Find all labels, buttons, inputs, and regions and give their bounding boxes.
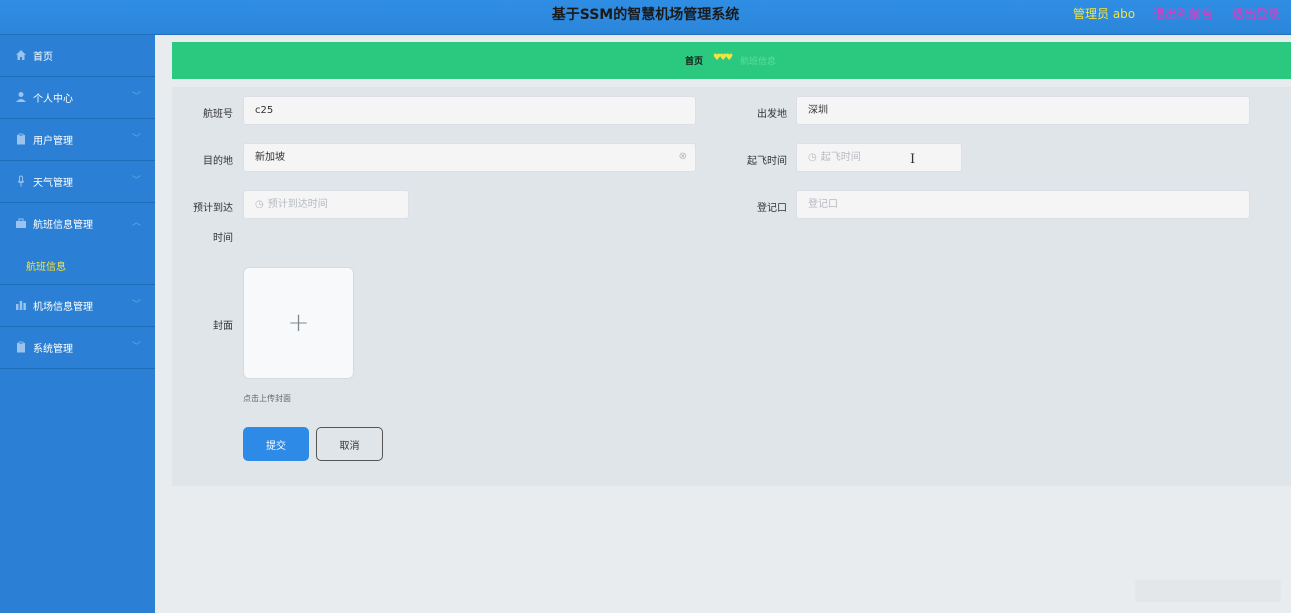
- sidebar-item-label: 首页: [33, 52, 53, 63]
- clock-icon: ◷: [808, 152, 817, 163]
- breadcrumb-current: 航班信息: [740, 57, 777, 67]
- sidebar-item-label: 用户管理: [33, 136, 73, 147]
- clock-icon: ◷: [255, 199, 264, 210]
- departure-time-label: 起飞时间: [747, 156, 787, 167]
- briefcase-icon: [15, 217, 27, 229]
- sidebar-item-label: 机场信息管理: [33, 302, 93, 313]
- chevron-up-icon: ︿: [132, 218, 142, 228]
- exit-to-front-link[interactable]: 退出到前台: [1153, 5, 1213, 22]
- clipboard-icon: [15, 133, 27, 145]
- chevron-down-icon: ﹀: [132, 92, 142, 102]
- chevron-down-icon: ﹀: [132, 134, 142, 144]
- destination-input[interactable]: 新加坡 ⊗: [243, 143, 696, 172]
- flight-no-input[interactable]: c25: [243, 96, 696, 125]
- origin-label: 出发地: [757, 109, 787, 120]
- sidebar-item-label: 个人中心: [33, 94, 73, 105]
- cover-upload[interactable]: +: [243, 267, 354, 379]
- cover-upload-hint: 点击上传封面: [243, 394, 291, 403]
- departure-time-picker[interactable]: ◷ 起飞时间: [796, 143, 962, 172]
- sidebar-item-home[interactable]: 首页: [0, 35, 155, 77]
- sidebar: 首页 个人中心 ﹀ 用户管理 ﹀ 天气管理 ﹀ 航班信息管理 ︿ 航班信息 机场…: [0, 35, 155, 613]
- sidebar-item-system-management[interactable]: 系统管理 ﹀: [0, 327, 155, 369]
- home-icon: [15, 49, 27, 61]
- sidebar-item-label: 天气管理: [33, 178, 73, 189]
- sidebar-item-weather-management[interactable]: 天气管理 ﹀: [0, 161, 155, 203]
- arrival-time-label-line2: 时间: [213, 233, 233, 244]
- plus-icon: +: [287, 308, 310, 338]
- sidebar-item-label: 系统管理: [33, 344, 73, 355]
- blank-overlay: [1135, 580, 1281, 602]
- destination-label: 目的地: [203, 156, 233, 167]
- user-icon: [15, 91, 27, 103]
- clear-icon[interactable]: ⊗: [679, 151, 687, 162]
- arrival-time-picker[interactable]: ◷ 预计到达时间: [243, 190, 409, 219]
- submit-button[interactable]: 提交: [243, 427, 309, 461]
- gate-input[interactable]: 登记口: [796, 190, 1250, 219]
- breadcrumb-home[interactable]: 首页: [685, 54, 703, 67]
- sidebar-item-airport-management[interactable]: 机场信息管理 ﹀: [0, 285, 155, 327]
- chart-icon: [15, 299, 27, 311]
- heart-separator-icon: ♥♥♥: [713, 53, 733, 63]
- gate-label: 登记口: [757, 203, 787, 214]
- sidebar-item-label: 航班信息管理: [33, 220, 93, 231]
- destination-value: 新加坡: [255, 152, 285, 163]
- admin-label: 管理员 abo: [1073, 7, 1136, 21]
- chevron-down-icon: ﹀: [132, 300, 142, 310]
- arrival-time-label-line1: 预计到达: [193, 203, 233, 214]
- logout-link[interactable]: 退出登录: [1232, 5, 1280, 22]
- clipboard-icon: [15, 341, 27, 353]
- breadcrumb: 首页 ♥♥♥ 航班信息: [172, 42, 1291, 79]
- arrival-time-placeholder: 预计到达时间: [267, 199, 328, 210]
- flight-no-label: 航班号: [203, 109, 233, 120]
- text-cursor-icon: I: [910, 152, 916, 167]
- top-header: 基于SSM的智慧机场管理系统 管理员 abo 退出到前台 退出登录: [0, 0, 1291, 35]
- origin-input[interactable]: 深圳: [796, 96, 1250, 125]
- cover-label: 封面: [213, 321, 233, 332]
- sidebar-item-user-management[interactable]: 用户管理 ﹀: [0, 119, 155, 161]
- chevron-down-icon: ﹀: [132, 176, 142, 186]
- sidebar-item-personal-center[interactable]: 个人中心 ﹀: [0, 77, 155, 119]
- cancel-button[interactable]: 取消: [316, 427, 383, 461]
- sidebar-item-flight-management[interactable]: 航班信息管理 ︿: [0, 203, 155, 245]
- departure-time-placeholder: 起飞时间: [820, 152, 861, 163]
- microphone-icon: [15, 175, 27, 187]
- sidebar-subitem-label: 航班信息: [26, 262, 66, 273]
- chevron-down-icon: ﹀: [132, 342, 142, 352]
- sidebar-subitem-flight-info[interactable]: 航班信息: [0, 245, 155, 285]
